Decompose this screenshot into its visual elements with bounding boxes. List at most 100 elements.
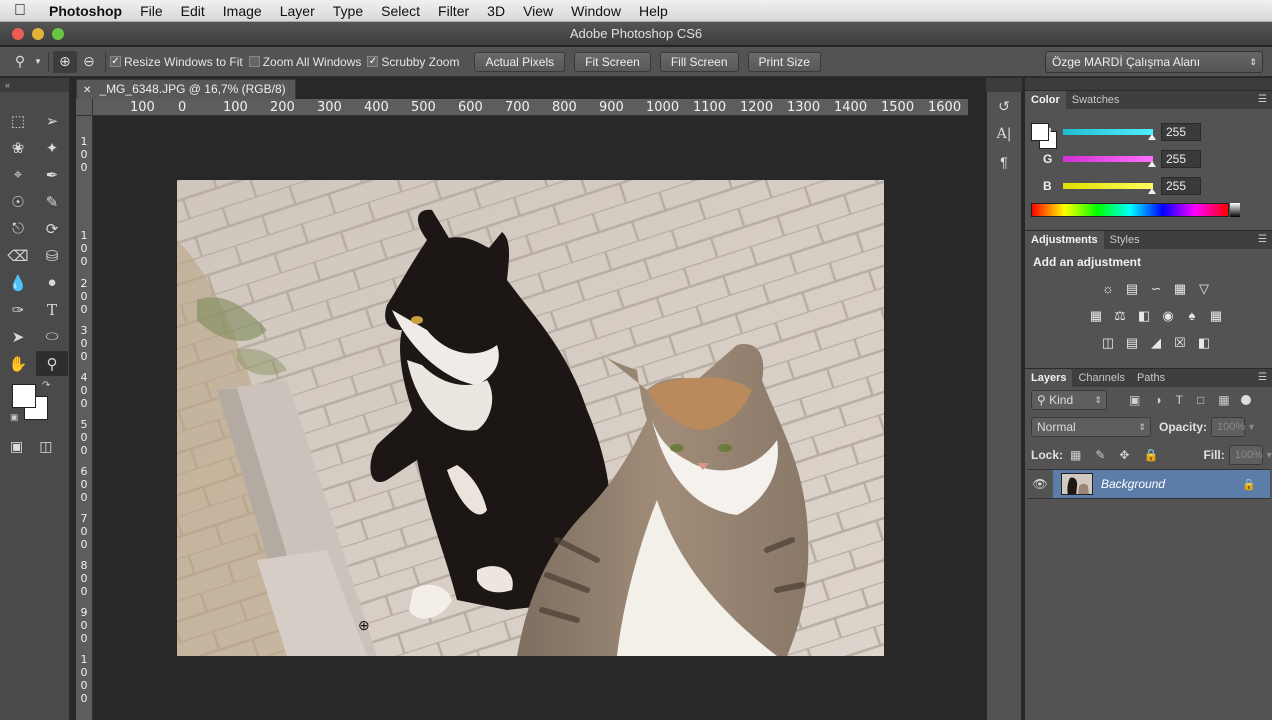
- g-slider[interactable]: [1063, 156, 1156, 167]
- zoom-tool-icon[interactable]: ⚲: [36, 351, 68, 376]
- menu-window[interactable]: Window: [562, 3, 630, 19]
- character-panel-icon[interactable]: A|: [987, 120, 1021, 148]
- swap-colors-icon[interactable]: ↷: [42, 380, 50, 391]
- scrubby-zoom-checkbox[interactable]: ✓ Scrubby Zoom: [367, 55, 459, 69]
- tab-adjustments[interactable]: Adjustments: [1025, 231, 1104, 249]
- brightness-contrast-icon[interactable]: ☼: [1100, 281, 1116, 297]
- menu-edit[interactable]: Edit: [172, 3, 214, 19]
- hue-saturation-icon[interactable]: ▦: [1088, 308, 1104, 324]
- color-swatches[interactable]: ↷ ▣: [8, 380, 69, 430]
- brush-tool-icon[interactable]: ✎: [36, 189, 68, 214]
- fill-screen-button[interactable]: Fill Screen: [659, 51, 739, 72]
- tab-color[interactable]: Color: [1025, 91, 1066, 109]
- menu-image[interactable]: Image: [214, 3, 271, 19]
- blur-tool-icon[interactable]: 💧: [2, 270, 34, 295]
- minimize-window-button[interactable]: [32, 28, 44, 40]
- eyedropper-tool-icon[interactable]: ✒: [36, 162, 68, 187]
- posterize-icon[interactable]: ▤: [1124, 335, 1140, 351]
- black-white-icon[interactable]: ◧: [1136, 308, 1152, 324]
- slider-knob[interactable]: [1148, 134, 1156, 140]
- r-value-field[interactable]: 255: [1161, 123, 1201, 141]
- close-icon[interactable]: ✕: [83, 85, 91, 96]
- filter-toggle-icon[interactable]: [1240, 395, 1251, 405]
- color-lookup-icon[interactable]: ▦: [1208, 308, 1224, 324]
- menu-3d[interactable]: 3D: [478, 3, 514, 19]
- hand-tool-icon[interactable]: ✋: [2, 351, 34, 376]
- levels-icon[interactable]: ▤: [1124, 281, 1140, 297]
- gradient-map-icon[interactable]: ◧: [1196, 335, 1212, 351]
- tab-styles[interactable]: Styles: [1104, 231, 1146, 249]
- lock-transparent-icon[interactable]: ▦: [1070, 448, 1081, 462]
- resize-windows-checkbox[interactable]: ✓ Resize Windows to Fit: [110, 55, 243, 69]
- filter-type-icon[interactable]: T: [1176, 393, 1183, 407]
- move-tool-icon[interactable]: ➢: [36, 108, 68, 133]
- fit-screen-button[interactable]: Fit Screen: [574, 51, 651, 72]
- type-tool-icon[interactable]: T: [36, 297, 68, 322]
- exposure-icon[interactable]: ▦: [1172, 281, 1188, 297]
- slider-knob[interactable]: [1148, 161, 1156, 167]
- channel-mixer-icon[interactable]: ♠: [1184, 308, 1200, 324]
- lock-position-icon[interactable]: ✥: [1119, 448, 1129, 462]
- lock-image-icon[interactable]: ✎: [1095, 448, 1105, 462]
- layer-row-background[interactable]: 👁 Background 🔒: [1027, 469, 1270, 499]
- r-slider[interactable]: [1063, 129, 1156, 140]
- lasso-tool-icon[interactable]: ❀: [2, 135, 34, 160]
- chevron-down-icon[interactable]: ▼: [32, 51, 44, 73]
- dock-collapse-icon[interactable]: [986, 78, 1022, 92]
- color-spectrum-bar[interactable]: [1031, 203, 1240, 217]
- tab-channels[interactable]: Channels: [1072, 369, 1130, 387]
- vibrance-icon[interactable]: ▽: [1196, 281, 1212, 297]
- color-foreground-swatch[interactable]: [1031, 123, 1049, 141]
- tab-paths[interactable]: Paths: [1131, 369, 1171, 387]
- curves-icon[interactable]: ∽: [1148, 281, 1164, 297]
- b-value-field[interactable]: 255: [1161, 177, 1201, 195]
- filter-adjustment-icon[interactable]: ◑: [1154, 393, 1161, 407]
- layer-name[interactable]: Background: [1101, 477, 1242, 491]
- filter-pixel-icon[interactable]: ▣: [1129, 393, 1140, 407]
- invert-icon[interactable]: ◫: [1100, 335, 1116, 351]
- panel-menu-icon[interactable]: ☰: [1258, 231, 1267, 249]
- ellipse-tool-icon[interactable]: ⬭: [36, 324, 68, 349]
- paragraph-panel-icon[interactable]: ¶: [987, 148, 1021, 176]
- document-tab[interactable]: ✕ _MG_6348.JPG @ 16,7% (RGB/8): [76, 79, 296, 99]
- panel-menu-icon[interactable]: ☰: [1258, 369, 1267, 387]
- screen-mode-icon[interactable]: ◫: [39, 438, 52, 455]
- path-selection-tool-icon[interactable]: ➤: [2, 324, 34, 349]
- pen-tool-icon[interactable]: ✑: [2, 297, 34, 322]
- dodge-tool-icon[interactable]: ●: [36, 270, 68, 295]
- lock-all-icon[interactable]: 🔒: [1143, 448, 1158, 462]
- actual-pixels-button[interactable]: Actual Pixels: [474, 51, 566, 72]
- zoom-in-icon[interactable]: ⊕: [53, 50, 77, 73]
- zoom-out-icon[interactable]: ⊖: [77, 51, 101, 73]
- menu-view[interactable]: View: [514, 3, 562, 19]
- panels-collapse-bar[interactable]: [1025, 78, 1272, 90]
- menu-filter[interactable]: Filter: [429, 3, 478, 19]
- tab-swatches[interactable]: Swatches: [1066, 91, 1126, 109]
- spot-healing-tool-icon[interactable]: ☉: [2, 189, 34, 214]
- zoom-tool-preset-icon[interactable]: ⚲: [8, 51, 32, 73]
- paint-bucket-tool-icon[interactable]: ⛁: [36, 243, 68, 268]
- print-size-button[interactable]: Print Size: [747, 51, 821, 72]
- color-balance-icon[interactable]: ⚖: [1112, 308, 1128, 324]
- ruler-origin[interactable]: [76, 99, 93, 116]
- document-image[interactable]: [177, 180, 884, 656]
- menu-file[interactable]: File: [131, 3, 172, 19]
- marquee-tool-icon[interactable]: ⬚: [2, 108, 34, 133]
- g-value-field[interactable]: 255: [1161, 150, 1201, 168]
- menu-layer[interactable]: Layer: [271, 3, 324, 19]
- zoom-all-windows-checkbox[interactable]: Zoom All Windows: [248, 55, 361, 69]
- history-panel-icon[interactable]: ↺: [987, 92, 1021, 120]
- eraser-tool-icon[interactable]: ⌫: [2, 243, 34, 268]
- menu-select[interactable]: Select: [372, 3, 429, 19]
- crop-tool-icon[interactable]: ⌖: [2, 162, 34, 187]
- threshold-icon[interactable]: ◢: [1148, 335, 1164, 351]
- default-colors-icon[interactable]: ▣: [10, 412, 19, 423]
- photo-filter-icon[interactable]: ◉: [1160, 308, 1176, 324]
- eye-icon[interactable]: 👁: [1027, 470, 1053, 498]
- slider-knob[interactable]: [1148, 188, 1156, 194]
- panel-menu-icon[interactable]: ☰: [1258, 91, 1267, 109]
- zoom-window-button[interactable]: [52, 28, 64, 40]
- menu-app[interactable]: Photoshop: [40, 3, 131, 19]
- collapse-icon[interactable]: «: [0, 78, 69, 92]
- filter-shape-icon[interactable]: □: [1197, 393, 1204, 407]
